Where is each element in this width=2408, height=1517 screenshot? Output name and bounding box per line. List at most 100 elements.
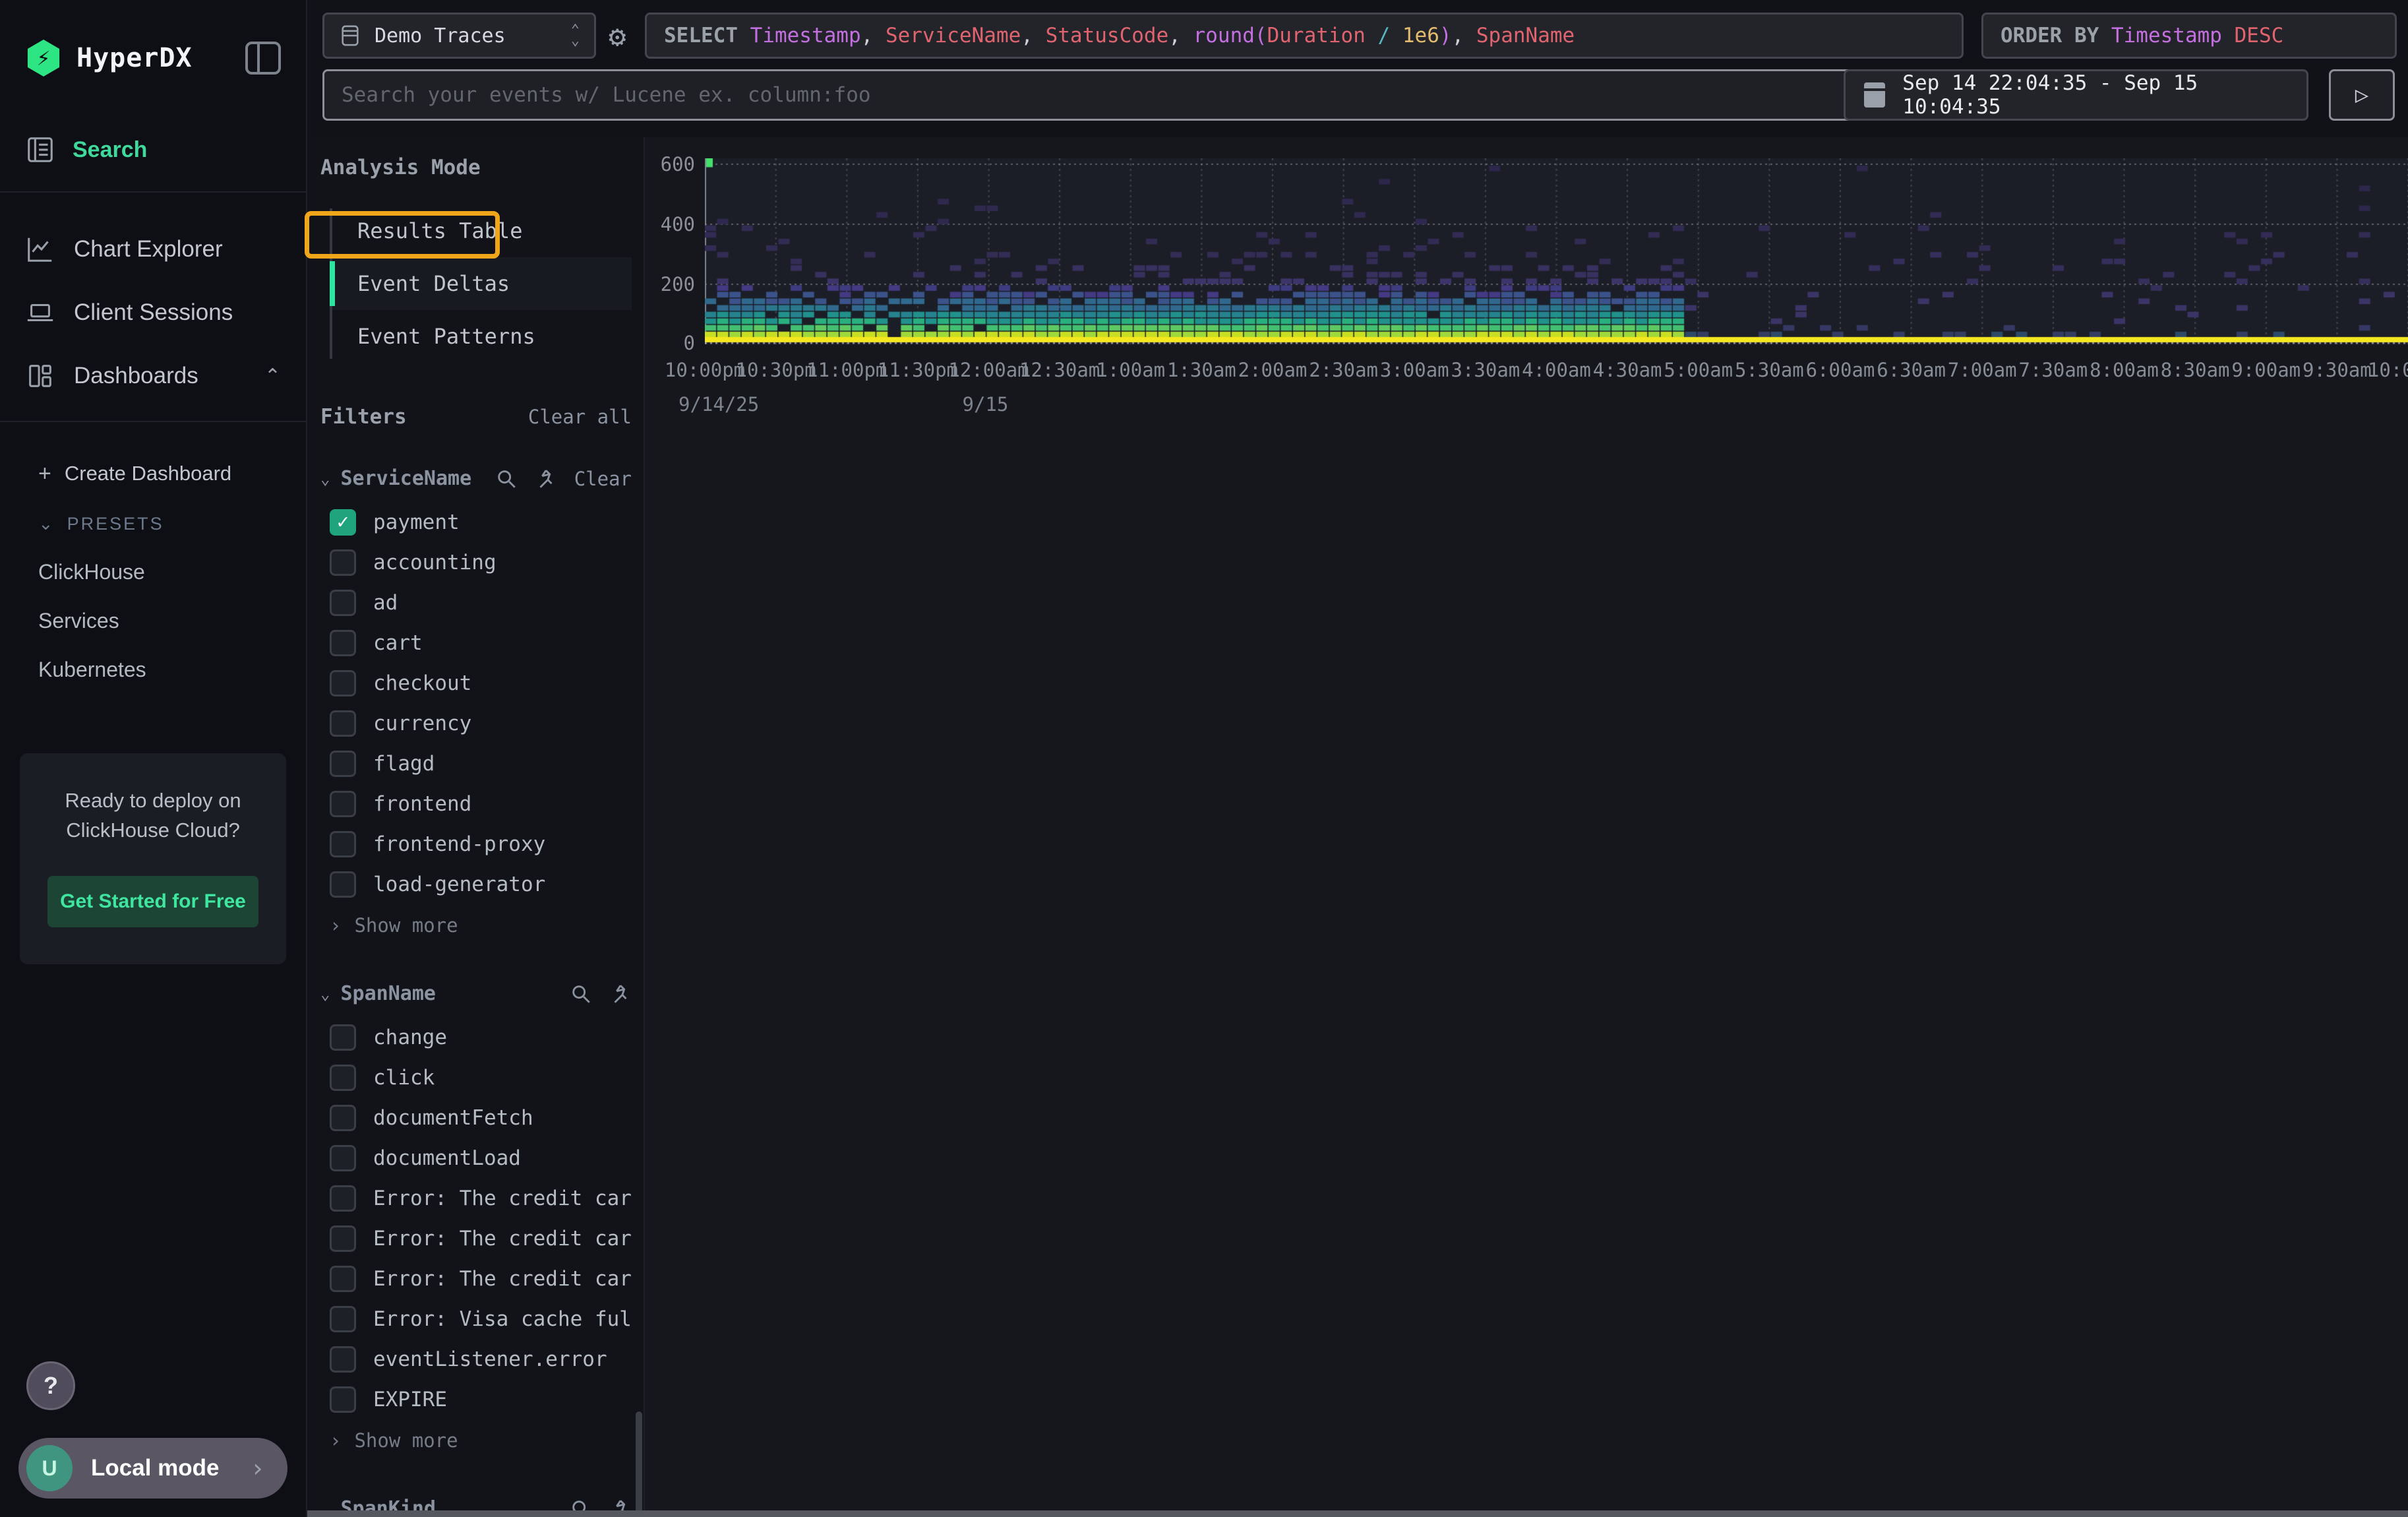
checkbox[interactable]: [330, 710, 356, 737]
checkbox[interactable]: [330, 871, 356, 898]
filter-checkbox-row[interactable]: Error: The credit card (…: [320, 1178, 632, 1218]
filter-checkbox-row[interactable]: currency: [320, 703, 632, 743]
chevron-down-icon[interactable]: ⌄: [320, 470, 330, 488]
filter-checkbox-row[interactable]: click: [320, 1057, 632, 1098]
filter-panel-scrollbar[interactable]: [636, 1411, 642, 1517]
horizontal-scrollbar[interactable]: [307, 1510, 2408, 1517]
create-dashboard-button[interactable]: + Create Dashboard: [38, 452, 281, 495]
filter-checkbox-row[interactable]: accounting: [320, 542, 632, 582]
filter-checkbox-row[interactable]: frontend-proxy: [320, 824, 632, 864]
sidebar-item-search[interactable]: Search: [25, 135, 281, 165]
duration-heatmap-chart[interactable]: [705, 158, 2408, 344]
pin-icon[interactable]: [535, 468, 557, 490]
get-started-button[interactable]: Get Started for Free: [47, 876, 258, 927]
analysis-mode-item[interactable]: Event Deltas: [332, 257, 632, 310]
sidebar-item-label: Search: [73, 137, 147, 163]
x-axis-tick-label: 10:30pm: [736, 359, 816, 381]
toolbar: Demo Traces ⌃⌄ ⚙ SELECT Timestamp, Servi…: [309, 0, 2408, 137]
clear-all-button[interactable]: Clear all: [528, 406, 632, 428]
x-axis-tick-label: 3:30am: [1451, 359, 1520, 381]
search-icon[interactable]: [570, 983, 592, 1005]
source-select-value: Demo Traces: [375, 24, 506, 47]
checkbox[interactable]: [330, 509, 356, 536]
filter-checkbox-row[interactable]: load-generator: [320, 864, 632, 904]
sidebar-preset-link[interactable]: Kubernetes: [38, 649, 281, 690]
presets-toggle[interactable]: ⌄ PRESETS: [38, 504, 281, 543]
checkbox[interactable]: [330, 791, 356, 817]
pin-icon[interactable]: [609, 983, 632, 1005]
filter-checkbox-row[interactable]: Error: The credit card (…: [320, 1258, 632, 1299]
sidebar-item-chart-explorer[interactable]: Chart Explorer: [25, 218, 281, 281]
run-query-button[interactable]: ▷: [2329, 69, 2395, 121]
checkbox[interactable]: [330, 1266, 356, 1292]
filter-checkbox-row[interactable]: flagd: [320, 743, 632, 784]
checkbox[interactable]: [330, 1225, 356, 1252]
checkbox[interactable]: [330, 630, 356, 656]
x-axis-tick-label: 1:30am: [1167, 359, 1236, 381]
sidebar-collapse-icon[interactable]: [245, 42, 281, 75]
chevron-right-icon: ›: [250, 1454, 265, 1483]
hyperdx-logo-icon: ⚡: [25, 40, 62, 77]
analysis-mode-item[interactable]: Event Patterns: [332, 310, 632, 363]
filter-checkbox-row[interactable]: checkout: [320, 663, 632, 703]
chevron-down-icon[interactable]: ⌄: [320, 985, 330, 1003]
filter-checkbox-row[interactable]: ad: [320, 582, 632, 623]
checkbox[interactable]: [330, 831, 356, 857]
filter-checkbox-row[interactable]: documentFetch: [320, 1098, 632, 1138]
y-axis-tick-label: 400: [649, 213, 695, 235]
sidebar-item-label: Client Sessions: [74, 299, 233, 326]
checkbox[interactable]: [330, 1306, 356, 1332]
clear-section-button[interactable]: Clear: [574, 468, 632, 490]
checkbox[interactable]: [330, 549, 356, 576]
show-more-link[interactable]: ›Show more: [320, 1422, 632, 1459]
checkbox[interactable]: [330, 1145, 356, 1171]
promo-line2: ClickHouse Cloud?: [66, 819, 240, 842]
help-button[interactable]: ?: [26, 1361, 75, 1410]
x-axis-date-label: 9/15: [963, 393, 1009, 416]
presets-label: PRESETS: [67, 514, 164, 534]
sidebar-item-client-sessions[interactable]: Client Sessions: [25, 281, 281, 344]
filter-section-title[interactable]: SpanName: [340, 982, 436, 1005]
filter-checkbox-row[interactable]: change: [320, 1017, 632, 1057]
analysis-mode-title: Analysis Mode: [320, 156, 632, 179]
filter-checkbox-row[interactable]: EXPIRE: [320, 1379, 632, 1419]
local-mode-menu[interactable]: U Local mode ›: [18, 1438, 287, 1499]
gear-icon[interactable]: ⚙: [609, 20, 626, 53]
source-select[interactable]: Demo Traces ⌃⌄: [322, 13, 596, 59]
promo-line1: Ready to deploy on: [65, 789, 241, 812]
date-range-picker[interactable]: Sep 14 22:04:35 - Sep 15 10:04:35: [1844, 69, 2308, 121]
sidebar-preset-link[interactable]: Services: [38, 600, 281, 641]
order-by-input[interactable]: ORDER BY Timestamp DESC: [1981, 13, 2397, 59]
x-axis-tick-label: 3:00am: [1380, 359, 1449, 381]
filter-checkbox-row[interactable]: Error: The credit card (…: [320, 1218, 632, 1258]
filter-checkbox-row[interactable]: Error: Visa cache full: …: [320, 1299, 632, 1339]
filter-checkbox-row[interactable]: frontend: [320, 784, 632, 824]
show-more-link[interactable]: ›Show more: [320, 907, 632, 944]
checkbox[interactable]: [330, 1105, 356, 1131]
x-axis-tick-label: 8:30am: [2161, 359, 2230, 381]
filter-section-title[interactable]: ServiceName: [340, 467, 471, 490]
sidebar-item-dashboards[interactable]: Dashboards ⌃: [25, 344, 281, 408]
search-icon[interactable]: [495, 468, 518, 490]
checkbox[interactable]: [330, 1185, 356, 1212]
x-axis-tick-label: 10:00am: [2368, 359, 2408, 381]
checkbox[interactable]: [330, 1065, 356, 1091]
filter-checkbox-row[interactable]: eventListener.error: [320, 1339, 632, 1379]
plus-icon: +: [38, 461, 51, 487]
checkbox[interactable]: [330, 1386, 356, 1413]
filter-checkbox-row[interactable]: cart: [320, 623, 632, 663]
x-axis-tick-label: 5:00am: [1664, 359, 1733, 381]
x-axis-tick-label: 10:00pm: [665, 359, 745, 381]
checkbox[interactable]: [330, 670, 356, 697]
checkbox[interactable]: [330, 1346, 356, 1373]
filter-checkbox-row[interactable]: payment: [320, 502, 632, 542]
chevron-up-icon[interactable]: ⌃: [264, 365, 281, 388]
checkbox[interactable]: [330, 590, 356, 616]
chevron-right-icon: ›: [330, 1429, 341, 1452]
search-list-icon: [25, 135, 55, 165]
filter-checkbox-row[interactable]: documentLoad: [320, 1138, 632, 1178]
checkbox[interactable]: [330, 751, 356, 777]
checkbox[interactable]: [330, 1024, 356, 1051]
sql-select-input[interactable]: SELECT Timestamp, ServiceName, StatusCod…: [645, 13, 1964, 59]
sidebar-preset-link[interactable]: ClickHouse: [38, 551, 281, 592]
